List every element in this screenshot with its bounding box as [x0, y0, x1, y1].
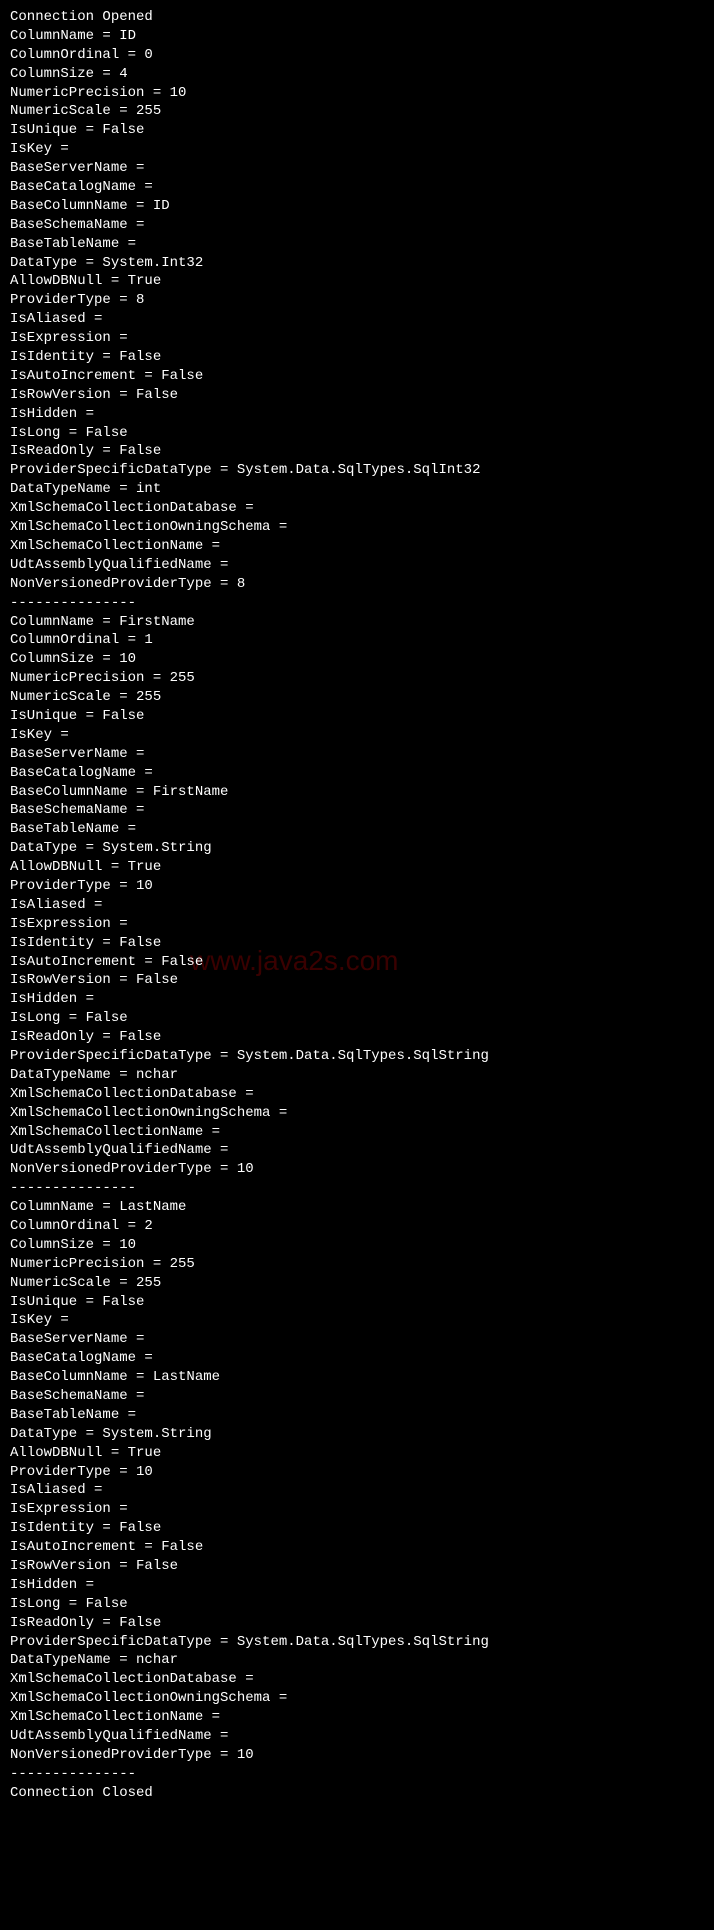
property-line: NumericScale = 255: [10, 1274, 704, 1293]
property-line: XmlSchemaCollectionName =: [10, 1123, 704, 1142]
property-line: XmlSchemaCollectionDatabase =: [10, 1085, 704, 1104]
property-line: ColumnOrdinal = 2: [10, 1217, 704, 1236]
property-line: BaseSchemaName =: [10, 801, 704, 820]
property-line: XmlSchemaCollectionOwningSchema =: [10, 518, 704, 537]
property-line: DataType = System.Int32: [10, 254, 704, 273]
property-line: BaseCatalogName =: [10, 764, 704, 783]
property-line: BaseColumnName = FirstName: [10, 783, 704, 802]
console-output: Connection OpenedColumnName = IDColumnOr…: [10, 8, 704, 1803]
property-line: IsExpression =: [10, 329, 704, 348]
connection-opened-line: Connection Opened: [10, 8, 704, 27]
property-line: IsReadOnly = False: [10, 1028, 704, 1047]
property-line: BaseCatalogName =: [10, 178, 704, 197]
property-line: NumericScale = 255: [10, 688, 704, 707]
property-line: IsRowVersion = False: [10, 1557, 704, 1576]
property-line: IsRowVersion = False: [10, 971, 704, 990]
property-line: IsHidden =: [10, 405, 704, 424]
property-line: BaseTableName =: [10, 820, 704, 839]
property-line: NonVersionedProviderType = 10: [10, 1746, 704, 1765]
property-line: ProviderType = 10: [10, 877, 704, 896]
property-line: IsAutoIncrement = False: [10, 953, 704, 972]
property-line: IsAliased =: [10, 896, 704, 915]
property-line: DataTypeName = nchar: [10, 1651, 704, 1670]
property-line: XmlSchemaCollectionName =: [10, 1708, 704, 1727]
property-line: ProviderType = 10: [10, 1463, 704, 1482]
connection-closed-line: Connection Closed: [10, 1784, 704, 1803]
property-line: IsKey =: [10, 726, 704, 745]
property-line: BaseSchemaName =: [10, 216, 704, 235]
property-line: ColumnName = ID: [10, 27, 704, 46]
property-line: XmlSchemaCollectionDatabase =: [10, 1670, 704, 1689]
property-line: IsReadOnly = False: [10, 442, 704, 461]
property-line: UdtAssemblyQualifiedName =: [10, 1141, 704, 1160]
property-line: NonVersionedProviderType = 10: [10, 1160, 704, 1179]
property-line: IsUnique = False: [10, 121, 704, 140]
property-line: IsLong = False: [10, 1595, 704, 1614]
property-line: ColumnName = LastName: [10, 1198, 704, 1217]
property-line: ColumnSize = 10: [10, 650, 704, 669]
property-line: IsExpression =: [10, 1500, 704, 1519]
property-line: UdtAssemblyQualifiedName =: [10, 1727, 704, 1746]
property-line: IsLong = False: [10, 424, 704, 443]
property-line: ColumnOrdinal = 1: [10, 631, 704, 650]
property-line: IsHidden =: [10, 990, 704, 1009]
property-line: IsReadOnly = False: [10, 1614, 704, 1633]
property-line: BaseColumnName = LastName: [10, 1368, 704, 1387]
property-line: IsRowVersion = False: [10, 386, 704, 405]
property-line: IsIdentity = False: [10, 1519, 704, 1538]
property-line: UdtAssemblyQualifiedName =: [10, 556, 704, 575]
property-line: IsAutoIncrement = False: [10, 1538, 704, 1557]
property-line: NumericPrecision = 255: [10, 669, 704, 688]
property-line: DataType = System.String: [10, 839, 704, 858]
property-line: IsKey =: [10, 1311, 704, 1330]
property-line: AllowDBNull = True: [10, 858, 704, 877]
property-line: IsIdentity = False: [10, 348, 704, 367]
property-line: XmlSchemaCollectionName =: [10, 537, 704, 556]
property-line: BaseColumnName = ID: [10, 197, 704, 216]
property-line: ProviderType = 8: [10, 291, 704, 310]
property-line: AllowDBNull = True: [10, 1444, 704, 1463]
property-line: XmlSchemaCollectionOwningSchema =: [10, 1104, 704, 1123]
property-line: XmlSchemaCollectionOwningSchema =: [10, 1689, 704, 1708]
property-line: BaseSchemaName =: [10, 1387, 704, 1406]
property-line: NumericPrecision = 255: [10, 1255, 704, 1274]
property-line: IsLong = False: [10, 1009, 704, 1028]
property-line: BaseServerName =: [10, 1330, 704, 1349]
property-line: XmlSchemaCollectionDatabase =: [10, 499, 704, 518]
property-line: ColumnName = FirstName: [10, 613, 704, 632]
property-line: IsUnique = False: [10, 1293, 704, 1312]
property-line: BaseServerName =: [10, 745, 704, 764]
property-line: NumericPrecision = 10: [10, 84, 704, 103]
property-line: DataTypeName = int: [10, 480, 704, 499]
property-line: ColumnSize = 10: [10, 1236, 704, 1255]
property-line: BaseTableName =: [10, 1406, 704, 1425]
property-line: BaseCatalogName =: [10, 1349, 704, 1368]
property-line: NumericScale = 255: [10, 102, 704, 121]
property-line: ColumnSize = 4: [10, 65, 704, 84]
property-line: BaseServerName =: [10, 159, 704, 178]
property-line: ColumnOrdinal = 0: [10, 46, 704, 65]
property-line: ProviderSpecificDataType = System.Data.S…: [10, 461, 704, 480]
property-line: IsHidden =: [10, 1576, 704, 1595]
property-line: IsAutoIncrement = False: [10, 367, 704, 386]
property-line: DataTypeName = nchar: [10, 1066, 704, 1085]
property-line: AllowDBNull = True: [10, 272, 704, 291]
divider-line: ---------------: [10, 594, 704, 613]
property-line: DataType = System.String: [10, 1425, 704, 1444]
property-line: NonVersionedProviderType = 8: [10, 575, 704, 594]
divider-line: ---------------: [10, 1179, 704, 1198]
property-line: IsUnique = False: [10, 707, 704, 726]
property-line: IsAliased =: [10, 1481, 704, 1500]
property-line: IsAliased =: [10, 310, 704, 329]
property-line: IsIdentity = False: [10, 934, 704, 953]
property-line: IsKey =: [10, 140, 704, 159]
property-line: BaseTableName =: [10, 235, 704, 254]
property-line: ProviderSpecificDataType = System.Data.S…: [10, 1047, 704, 1066]
property-line: ProviderSpecificDataType = System.Data.S…: [10, 1633, 704, 1652]
property-line: IsExpression =: [10, 915, 704, 934]
divider-line: ---------------: [10, 1765, 704, 1784]
